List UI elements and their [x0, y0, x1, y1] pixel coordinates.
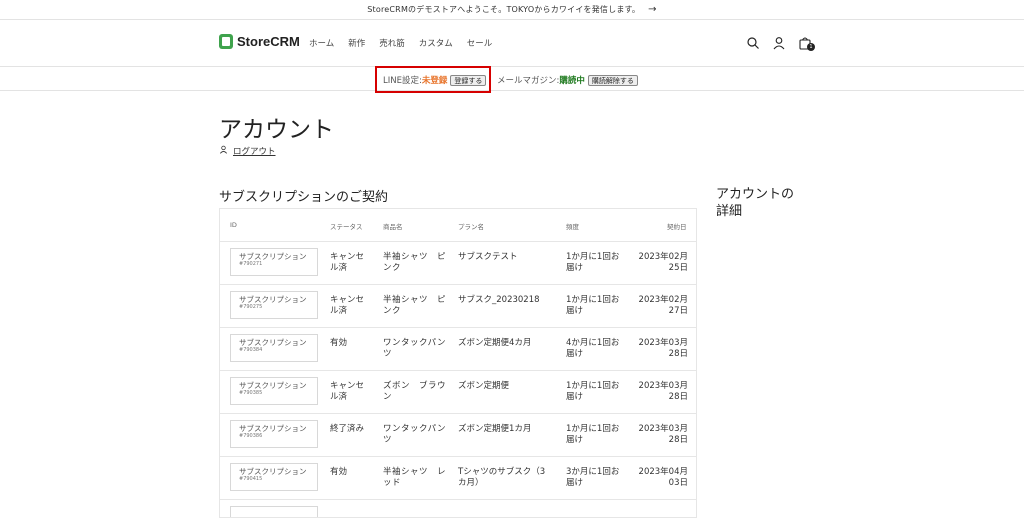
frequency-cell: 1か月に1回お届け [566, 252, 620, 273]
status-cell: キャンセル済 [330, 252, 365, 273]
subscription-id-label: サブスクリプション [239, 424, 307, 433]
product-cell: 半袖シャツ レッド [383, 467, 447, 488]
status-cell: 終了済み [330, 424, 365, 434]
subscription-id-number: #790384 [239, 347, 263, 353]
main-nav: ホーム 新作 売れ筋 カスタム セール [309, 37, 492, 49]
date-cell: 2023年03月28日 [638, 381, 688, 402]
line-status: 未登録 [421, 76, 448, 86]
subscriptions-table: ID ステータス 商品名 プラン名 頻度 契約日 サブスクリプション #7902… [219, 208, 697, 518]
subscription-id-number: #790275 [239, 304, 263, 310]
subscription-id-number: #790386 [239, 433, 263, 439]
date-cell: 2023年04月03日 [638, 467, 688, 488]
logo-text: StoreCRM [237, 34, 300, 49]
announcement-text: StoreCRMのデモストアへようこそ。TOKYOからカワイイを発信します。 [367, 5, 641, 14]
frequency-cell: 1か月に1回お届け [566, 295, 620, 316]
account-details-title: アカウントの詳細 [716, 187, 795, 219]
store-logo[interactable]: StoreCRM [219, 34, 300, 49]
col-id: ID [230, 221, 237, 229]
product-cell: ワンタックパンツ [383, 424, 447, 445]
announcement-bar[interactable]: StoreCRMのデモストアへようこそ。TOKYOからカワイイを発信します。 → [0, 0, 1024, 20]
col-status: ステータス [330, 223, 363, 231]
logo-icon [219, 34, 233, 49]
subscription-id-number: #790385 [239, 390, 263, 396]
subscription-id-number: #790415 [239, 476, 263, 482]
subscription-id-button[interactable]: サブスクリプション #790386 [230, 420, 318, 448]
frequency-cell: 3か月に1回お届け [566, 467, 620, 488]
subscription-id-label: サブスクリプション [239, 381, 307, 390]
plan-cell: ズボン定期便1カ月 [458, 424, 532, 434]
nav-item-new[interactable]: 新作 [348, 37, 365, 49]
account-icon[interactable] [772, 35, 786, 50]
table-row [220, 500, 696, 517]
arrow-right-icon[interactable]: → [648, 4, 657, 15]
subscription-id-button[interactable]: サブスクリプション #790275 [230, 291, 318, 319]
col-frequency: 頻度 [566, 223, 579, 231]
date-cell: 2023年03月28日 [638, 424, 688, 445]
frequency-cell: 1か月に1回お届け [566, 381, 620, 402]
product-cell: ワンタックパンツ [383, 338, 447, 359]
subscription-id-number: #790271 [239, 261, 263, 267]
nav-item-sale[interactable]: セール [467, 37, 493, 49]
frequency-cell: 4か月に1回お届け [566, 338, 620, 359]
table-row: サブスクリプション #790384 有効 ワンタックパンツ ズボン定期便4カ月 … [220, 328, 696, 371]
line-register-button[interactable]: 登録する [450, 74, 487, 86]
table-header: ID ステータス 商品名 プラン名 頻度 契約日 [220, 209, 696, 242]
logout-label[interactable]: ログアウト [233, 145, 276, 157]
nav-item-custom[interactable]: カスタム [419, 37, 453, 49]
subscription-id-label: サブスクリプション [239, 467, 307, 476]
frequency-cell: 1か月に1回お届け [566, 424, 620, 445]
subscription-id-button[interactable]: サブスクリプション #790384 [230, 334, 318, 362]
status-cell: キャンセル済 [330, 381, 365, 402]
newsletter-setting: メールマガジン: 購読中 購読解除する [497, 74, 638, 86]
col-date: 契約日 [667, 223, 687, 231]
plan-cell: サブスクテスト [458, 252, 518, 262]
logout-link[interactable]: ログアウト [219, 145, 276, 157]
unsubscribe-button[interactable]: 購読解除する [587, 74, 638, 86]
line-setting: LINE設定: 未登録 登録する [383, 74, 487, 86]
table-row: サブスクリプション #790275 キャンセル済 半袖シャツ ピンク サブスク_… [220, 285, 696, 328]
plan-cell: ズボン定期便4カ月 [458, 338, 532, 348]
header-icons: 1 [746, 35, 815, 51]
site-header: StoreCRM ホーム 新作 売れ筋 カスタム セール 1 [0, 20, 1024, 67]
newsletter-status: 購読中 [559, 76, 585, 86]
status-cell: 有効 [330, 467, 348, 477]
page-title: アカウント [219, 117, 334, 143]
table-row: サブスクリプション #790271 キャンセル済 半袖シャツ ピンク サブスクテ… [220, 242, 696, 285]
cart-icon[interactable]: 1 [798, 35, 815, 51]
date-cell: 2023年02月27日 [638, 295, 688, 316]
newsletter-label: メールマガジン: [497, 76, 560, 86]
subscription-id-button[interactable]: サブスクリプション #790415 [230, 463, 318, 491]
subscriptions-title: サブスクリプションのご契約 [219, 190, 389, 205]
product-cell: 半袖シャツ ピンク [383, 252, 447, 273]
subscription-id-label: サブスクリプション [239, 338, 307, 347]
subscription-id-button[interactable]: サブスクリプション #790271 [230, 248, 318, 276]
col-plan: プラン名 [458, 223, 484, 231]
subscription-id-button[interactable] [230, 506, 318, 517]
product-cell: 半袖シャツ ピンク [383, 295, 447, 316]
plan-cell: サブスク_20230218 [458, 295, 540, 305]
table-row: サブスクリプション #790415 有効 半袖シャツ レッド Tシャツのサブスク… [220, 457, 696, 500]
subscription-id-label: サブスクリプション [239, 252, 307, 261]
user-icon [219, 145, 228, 157]
date-cell: 2023年02月25日 [638, 252, 688, 273]
search-icon[interactable] [746, 35, 760, 49]
col-product: 商品名 [383, 223, 403, 231]
table-row: サブスクリプション #790386 終了済み ワンタックパンツ ズボン定期便1カ… [220, 414, 696, 457]
cart-count-badge: 1 [807, 43, 815, 51]
subscription-id-label: サブスクリプション [239, 295, 307, 304]
line-label: LINE設定: [383, 76, 422, 86]
status-cell: 有効 [330, 338, 348, 348]
table-row: サブスクリプション #790385 キャンセル済 ズボン ブラウン ズボン定期便… [220, 371, 696, 414]
line-settings-band: LINE設定: 未登録 登録する メールマガジン: 購読中 購読解除する [0, 66, 1024, 93]
status-cell: キャンセル済 [330, 295, 365, 316]
plan-cell: ズボン定期便 [458, 381, 510, 391]
plan-cell: Tシャツのサブスク（3カ月） [458, 467, 546, 488]
product-cell: ズボン ブラウン [383, 381, 447, 402]
nav-item-bestsellers[interactable]: 売れ筋 [379, 37, 405, 49]
date-cell: 2023年03月28日 [638, 338, 688, 359]
subscription-id-button[interactable]: サブスクリプション #790385 [230, 377, 318, 405]
nav-item-home[interactable]: ホーム [309, 37, 334, 49]
